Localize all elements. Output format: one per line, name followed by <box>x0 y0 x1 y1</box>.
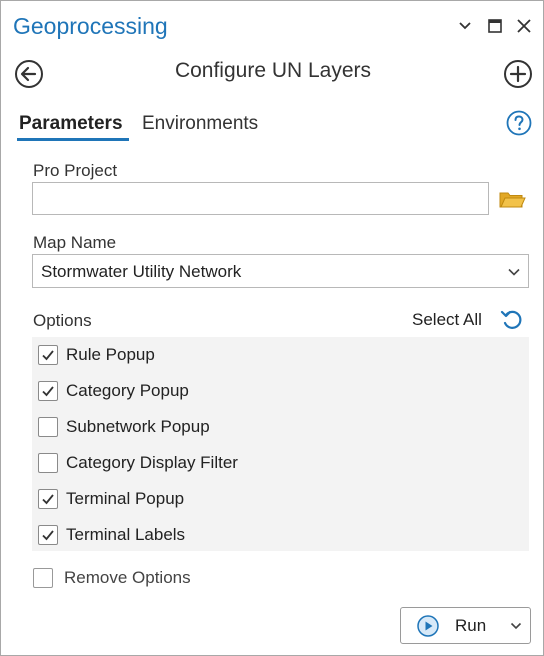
option-subnetwork-popup[interactable]: Subnetwork Popup <box>32 409 529 445</box>
tool-title: Configure UN Layers <box>174 59 372 82</box>
option-category-display-filter[interactable]: Category Display Filter <box>32 445 529 481</box>
pane-title: Geoprocessing <box>13 13 168 39</box>
checkbox-checked[interactable] <box>38 381 58 401</box>
option-terminal-popup[interactable]: Terminal Popup <box>32 481 529 517</box>
option-label: Terminal Popup <box>66 489 185 508</box>
map-name-label: Map Name <box>33 233 117 252</box>
folder-icon[interactable] <box>498 188 526 212</box>
select-all-button[interactable]: Select All <box>412 310 482 330</box>
tab-parameters[interactable]: Parameters <box>19 113 123 135</box>
checkbox-unchecked[interactable] <box>38 417 58 437</box>
chevron-down-icon <box>506 264 522 280</box>
active-tab-indicator <box>17 138 129 141</box>
pro-project-input[interactable] <box>32 182 489 215</box>
chevron-down-icon[interactable] <box>509 619 523 633</box>
geoprocessing-pane: Geoprocessing Configure UN Layers Parame… <box>0 0 544 656</box>
map-name-value: Stormwater Utility Network <box>41 262 242 281</box>
option-terminal-labels[interactable]: Terminal Labels <box>32 517 529 553</box>
plus-circle-icon[interactable] <box>503 59 533 89</box>
reset-icon[interactable] <box>499 308 525 332</box>
maximize-icon[interactable] <box>484 15 506 37</box>
options-label: Options <box>33 311 92 330</box>
checkbox-checked[interactable] <box>38 489 58 509</box>
checkbox-checked[interactable] <box>38 345 58 365</box>
run-button[interactable]: Run <box>400 607 531 644</box>
map-name-dropdown[interactable]: Stormwater Utility Network <box>32 254 529 288</box>
help-icon[interactable] <box>506 110 532 136</box>
chevron-down-icon[interactable] <box>454 15 476 37</box>
remove-options-row[interactable]: Remove Options <box>32 567 332 591</box>
checkbox-unchecked[interactable] <box>33 568 53 588</box>
remove-options-label: Remove Options <box>64 568 191 587</box>
option-label: Subnetwork Popup <box>66 417 210 436</box>
option-label: Terminal Labels <box>66 525 186 544</box>
option-label: Rule Popup <box>66 345 155 364</box>
option-label: Category Popup <box>66 381 189 400</box>
run-label: Run <box>455 616 487 635</box>
close-icon[interactable] <box>513 15 535 37</box>
options-list: Rule Popup Category Popup Subnetwork Pop… <box>32 337 529 551</box>
option-rule-popup[interactable]: Rule Popup <box>32 337 529 373</box>
pro-project-label: Pro Project <box>33 161 118 180</box>
tab-environments[interactable]: Environments <box>142 113 258 135</box>
checkbox-unchecked[interactable] <box>38 453 58 473</box>
play-icon <box>417 615 439 637</box>
option-category-popup[interactable]: Category Popup <box>32 373 529 409</box>
checkbox-checked[interactable] <box>38 525 58 545</box>
option-label: Category Display Filter <box>66 453 238 472</box>
